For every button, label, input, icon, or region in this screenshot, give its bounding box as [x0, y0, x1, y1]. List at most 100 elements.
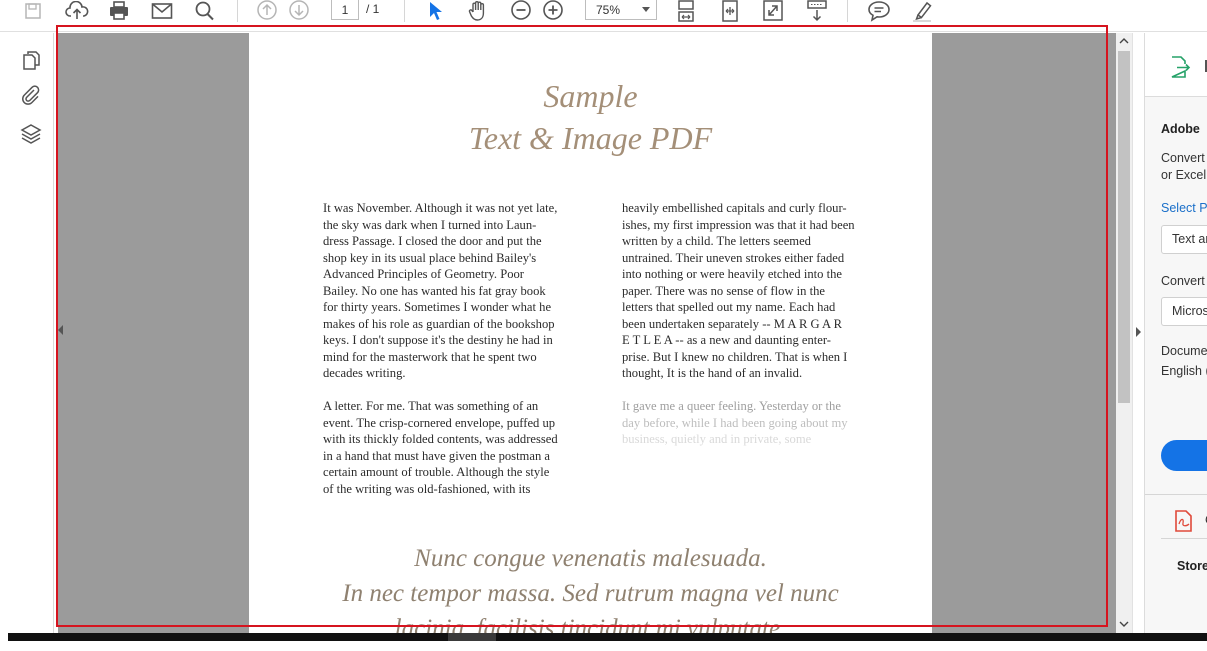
bottom-bar	[8, 633, 1207, 641]
pull-quote: Nunc congue venenatis malesuada. In nec …	[249, 541, 932, 633]
text-line: It was November. Although it was not yet…	[323, 201, 558, 215]
paragraph: It was November. Although it was not yet…	[323, 200, 585, 382]
text-line: the sky was dark when I turned into Laun…	[323, 217, 537, 232]
highlight-icon[interactable]	[908, 0, 936, 22]
text-line: paper. There was no sense of flow in the	[622, 283, 825, 298]
paragraph: heavily embellished capitals and curly f…	[622, 200, 884, 382]
print-icon[interactable]	[105, 0, 133, 22]
convert-select[interactable]: Micros	[1161, 297, 1207, 326]
navigation-pane	[8, 33, 54, 633]
text-line: prise. But I knew no children. That is w…	[622, 349, 848, 364]
scrollbar-thumb[interactable]	[1118, 51, 1130, 403]
text-line: with its thickly folded contents, was ad…	[323, 432, 558, 446]
text-line: business, quietly and in private, some	[622, 432, 812, 446]
pdf-page: Sample Text & Image PDF It was November.…	[249, 33, 932, 633]
section-heading: Adobe	[1161, 122, 1200, 136]
text-column-left: It was November. Although it was not yet…	[323, 200, 585, 514]
zoom-out-icon[interactable]	[508, 0, 534, 22]
paragraph: It gave me a queer feeling. Yesterday or…	[622, 398, 884, 448]
text-line: A letter. For me. That was something of …	[323, 399, 539, 413]
text-line: decades writing.	[323, 366, 406, 380]
document-language-label: Docume	[1161, 344, 1207, 358]
tools-pane-header	[1145, 33, 1207, 97]
collapse-right-pane-icon[interactable]	[1136, 327, 1141, 337]
fit-width-icon[interactable]	[718, 0, 742, 22]
page-total: / 1	[366, 2, 380, 16]
text-line: Advanced Principles of Geometry. Poor	[323, 267, 524, 281]
description-line-2: or Excel	[1161, 168, 1207, 182]
fit-page-icon[interactable]	[674, 0, 698, 22]
save-icon[interactable]	[22, 0, 44, 22]
store-label: Store	[1177, 559, 1207, 573]
text-line: written by a child. The letters seemed	[622, 234, 811, 248]
text-line: into nothing or were heavily etched into…	[622, 267, 842, 281]
export-pdf-icon[interactable]	[1169, 55, 1191, 84]
toolbar-divider	[237, 0, 238, 22]
text-column-right: heavily embellished capitals and curly f…	[622, 200, 884, 464]
format-select[interactable]: Text ar	[1161, 225, 1207, 254]
right-pane-toggle[interactable]	[1132, 33, 1144, 633]
zoom-select[interactable]: 75%	[585, 0, 657, 20]
horizontal-scroll-thumb[interactable]	[448, 633, 496, 641]
text-line: letters that spelled out my name. Each h…	[622, 300, 836, 314]
search-icon[interactable]	[191, 0, 219, 22]
hand-icon[interactable]	[464, 0, 492, 22]
convert-label: Convert	[1161, 274, 1205, 288]
document-viewer[interactable]: Sample Text & Image PDF It was November.…	[58, 33, 1116, 633]
text-line: It gave me a queer feeling. Yesterday or…	[622, 399, 841, 413]
toolbar-divider	[847, 0, 848, 22]
text-line: event. The crisp-cornered envelope, puff…	[323, 415, 556, 430]
text-line: thought, It is the hand of an invalid.	[622, 366, 803, 380]
text-line: for thirty years. Sometimes I wonder wha…	[323, 300, 552, 314]
title-line-1: Sample	[543, 78, 638, 114]
upload-cloud-icon[interactable]	[63, 0, 91, 22]
main-toolbar: 1 / 1 75%	[0, 0, 1207, 32]
comment-icon[interactable]	[865, 0, 893, 22]
text-line: day before, while I had been going about…	[622, 415, 848, 430]
paragraph: A letter. For me. That was something of …	[323, 398, 585, 497]
select-format-label[interactable]: Select P	[1161, 201, 1207, 215]
scroll-down-icon[interactable]	[1119, 620, 1129, 630]
scroll-up-icon[interactable]	[1119, 37, 1129, 47]
tools-pane: Adobe Convert or Excel Select P Text ar …	[1144, 33, 1207, 633]
create-pdf-icon[interactable]	[1173, 509, 1195, 538]
chevron-down-icon	[642, 7, 650, 12]
page-down-icon[interactable]	[287, 0, 311, 22]
scrolling-mode-icon[interactable]	[803, 0, 831, 22]
export-button[interactable]	[1161, 440, 1207, 471]
text-line: dress Passage. I closed the door and put…	[323, 234, 542, 248]
title-line-2: Text & Image PDF	[468, 120, 713, 156]
toolbar-divider	[404, 0, 405, 22]
text-line: makes of his role as guardian of the boo…	[323, 316, 555, 331]
vertical-scrollbar[interactable]	[1116, 33, 1132, 633]
attachment-icon[interactable]	[20, 84, 42, 106]
text-line: been undertaken separately -- M A R G A …	[622, 316, 842, 331]
text-line: of the writing was old-fashioned, with i…	[323, 481, 531, 496]
quote-line: In nec tempor massa. Sed rutrum magna ve…	[342, 580, 839, 607]
description-line-1: Convert	[1161, 151, 1205, 165]
text-line: ishes, my first impression was that it h…	[622, 217, 855, 232]
text-line: shop key in its usual place behind Baile…	[323, 250, 537, 265]
quote-line: lacinia, facilisis tincidunt mi vulputat…	[394, 615, 787, 633]
text-line: keys. I don't suppose it's the destiny h…	[323, 333, 553, 347]
page-up-icon[interactable]	[255, 0, 279, 22]
text-line: Bailey. No one has wanted his fat gray b…	[323, 283, 546, 298]
collapse-left-pane-icon[interactable]	[58, 325, 63, 335]
full-screen-icon[interactable]	[760, 0, 786, 22]
text-line: heavily embellished capitals and curly f…	[622, 201, 847, 215]
text-line: untrained. Their uneven strokes either f…	[622, 250, 845, 265]
zoom-in-icon[interactable]	[540, 0, 566, 22]
email-icon[interactable]	[148, 0, 176, 22]
document-title: Sample Text & Image PDF	[249, 75, 932, 159]
page-number-input[interactable]: 1	[331, 0, 359, 20]
select-cursor-icon[interactable]	[423, 0, 447, 22]
zoom-value: 75%	[596, 2, 621, 17]
pane-divider	[1161, 538, 1207, 539]
text-line: mind for the masterwork that he spent tw…	[323, 349, 537, 364]
quote-line: Nunc congue venenatis malesuada.	[414, 545, 767, 572]
text-line: E T L E A -- as a new and daunting enter…	[622, 333, 832, 347]
document-language-value[interactable]: English (	[1161, 364, 1207, 378]
pages-icon[interactable]	[20, 49, 42, 71]
text-line: in a hand that must have given the postm…	[323, 448, 550, 463]
layers-icon[interactable]	[20, 123, 42, 145]
